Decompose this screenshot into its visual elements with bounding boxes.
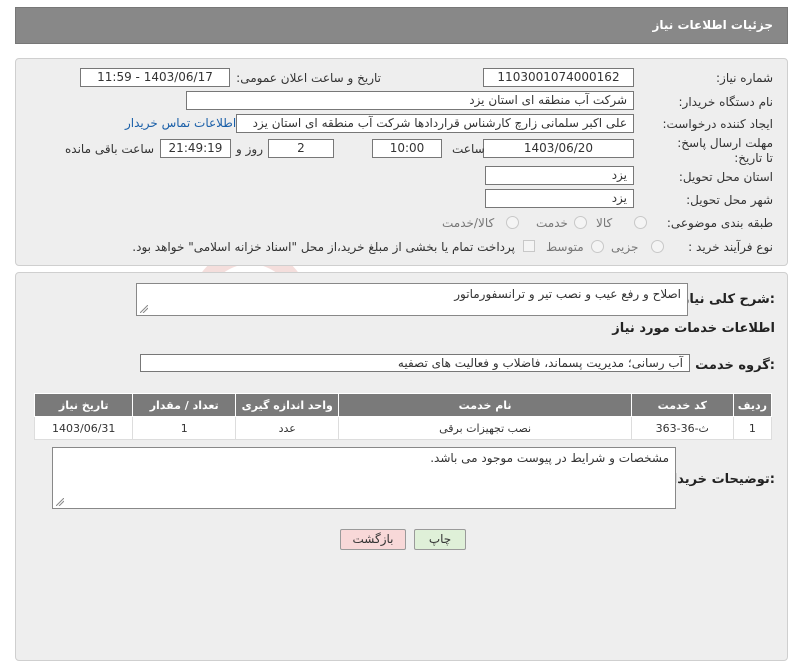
buyer-notes-text: مشخصات و شرایط در پیوست موجود می باشد.: [430, 451, 669, 465]
services-table-wrap: ردیف کد خدمت نام خدمت واحد اندازه گیری ت…: [33, 393, 773, 440]
summary-textarea[interactable]: اصلاح و رفع عیب و نصب تیر و ترانسفورماتو…: [136, 283, 688, 316]
cell-name: نصب تجهیزات برقی: [338, 416, 632, 440]
cell-qty: 1: [132, 416, 236, 440]
services-table: ردیف کد خدمت نام خدمت واحد اندازه گیری ت…: [33, 393, 773, 440]
service-group-field: آب رسانی؛ مدیریت پسماند، فاضلاب و فعالیت…: [140, 354, 690, 372]
summary-text: اصلاح و رفع عیب و نصب تیر و ترانسفورماتو…: [454, 287, 681, 301]
category-service-radio[interactable]: [574, 216, 587, 229]
category-label: طبقه بندی موضوعی:: [666, 216, 773, 230]
col-qty: تعداد / مقدار: [132, 393, 236, 417]
purchase-minor-label: جزیی: [611, 240, 639, 254]
deadline-date-field: 1403/06/20: [483, 139, 634, 158]
page-header: جزئیات اطلاعات نیاز: [15, 7, 788, 44]
requester-field: علی اکبر سلمانی زارچ کارشناس قراردادها ش…: [236, 114, 634, 133]
buyer-contact-link[interactable]: اطلاعات تماس خریدار: [125, 116, 236, 130]
category-both-label: کالا/خدمت: [442, 216, 495, 230]
services-section-title: اطلاعات خدمات مورد نیاز: [612, 321, 775, 336]
cell-date: 1403/06/31: [33, 416, 134, 440]
buyer-notes-textarea[interactable]: مشخصات و شرایط در پیوست موجود می باشد.: [52, 447, 676, 509]
resize-handle-icon[interactable]: [140, 305, 148, 313]
announce-date-field: 1403/06/17 - 11:59: [80, 68, 230, 87]
purchase-type-label: نوع فرآیند خرید :: [688, 240, 773, 254]
city-label: شهر محل تحویل:: [686, 193, 773, 207]
back-button[interactable]: بازگشت: [340, 529, 406, 550]
buyer-notes-label: توضیحات خریدار:: [665, 472, 775, 487]
buyer-org-field: شرکت آب منطقه ای استان یزد: [186, 91, 634, 110]
announce-date-label: تاریخ و ساعت اعلان عمومی:: [236, 71, 381, 85]
city-field: یزد: [485, 189, 634, 208]
col-name: نام خدمت: [338, 393, 632, 417]
cell-code: ث-36-363: [630, 416, 734, 440]
summary-label: شرح کلی نیاز:: [681, 292, 775, 307]
treasury-payment-note: پرداخت تمام یا بخشی از مبلغ خرید،از محل …: [132, 240, 515, 254]
days-label: روز و: [236, 142, 263, 156]
category-both-radio[interactable]: [506, 216, 519, 229]
need-number-field: 1103001074000162: [483, 68, 634, 87]
resize-handle-icon[interactable]: [56, 498, 64, 506]
category-goods-radio[interactable]: [634, 216, 647, 229]
col-unit: واحد اندازه گیری: [234, 393, 340, 417]
col-code: کد خدمت: [630, 393, 734, 417]
category-service-label: خدمت: [536, 216, 568, 230]
buyer-org-label: نام دستگاه خریدار:: [678, 95, 774, 109]
deadline-time-label: ساعت: [452, 142, 485, 156]
requester-label: ایجاد کننده درخواست:: [662, 117, 773, 131]
category-goods-label: کالا: [596, 216, 613, 230]
deadline-label: مهلت ارسال پاسخ: تا تاریخ:: [677, 136, 773, 165]
days-field: 2: [268, 139, 334, 158]
treasury-payment-checkbox[interactable]: [523, 240, 535, 252]
remaining-time-label: ساعت باقی مانده: [65, 142, 155, 156]
service-group-label: گروه خدمت:: [695, 358, 775, 373]
table-header-row: ردیف کد خدمت نام خدمت واحد اندازه گیری ت…: [33, 393, 773, 417]
purchase-medium-label: متوسط: [546, 240, 584, 254]
table-row: 1 ث-36-363 نصب تجهیزات برقی عدد 1 1403/0…: [33, 416, 773, 440]
need-number-label: شماره نیاز:: [716, 71, 773, 85]
purchase-medium-radio[interactable]: [591, 240, 604, 253]
deadline-time-field: 10:00: [372, 139, 442, 158]
col-row: ردیف: [732, 393, 773, 417]
col-date: تاریخ نیاز: [33, 393, 134, 417]
page-title: جزئیات اطلاعات نیاز: [652, 18, 773, 32]
province-field: یزد: [485, 166, 634, 185]
cell-row: 1: [732, 416, 773, 440]
cell-unit: عدد: [234, 416, 340, 440]
print-button[interactable]: چاپ: [414, 529, 466, 550]
remaining-time-field: 21:49:19: [160, 139, 231, 158]
purchase-minor-radio[interactable]: [651, 240, 664, 253]
province-label: استان محل تحویل:: [678, 170, 773, 184]
